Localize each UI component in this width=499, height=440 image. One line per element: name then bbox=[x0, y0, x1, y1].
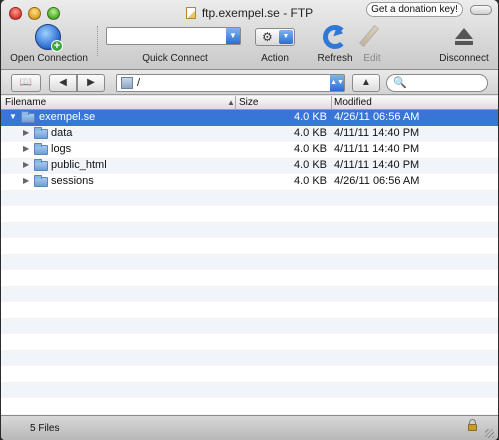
toolbar: ftp.exempel.se - FTP Get a donation key!… bbox=[1, 0, 498, 70]
file-table-header: Filename ▲ Size Modified bbox=[1, 96, 498, 110]
file-list: ▼ exempel.se 4.0 KB 4/26/11 06:56 AM ▶ d… bbox=[1, 110, 498, 415]
quick-connect-label: Quick Connect bbox=[142, 53, 208, 64]
file-name: exempel.se bbox=[39, 111, 96, 123]
file-name: logs bbox=[51, 143, 72, 155]
chevron-down-icon[interactable]: ▼ bbox=[226, 28, 240, 44]
file-modified: 4/26/11 06:56 AM bbox=[334, 111, 420, 123]
empty-row bbox=[1, 238, 498, 254]
column-filename[interactable]: Filename bbox=[5, 97, 46, 108]
open-connection-label[interactable]: Open Connection bbox=[9, 53, 89, 64]
empty-row bbox=[1, 302, 498, 318]
forward-button[interactable]: ▶ bbox=[77, 74, 105, 92]
status-bar: 5 Files bbox=[1, 415, 498, 440]
ftp-window: ftp.exempel.se - FTP Get a donation key!… bbox=[1, 0, 498, 440]
parent-directory-button[interactable]: ▲ bbox=[352, 74, 380, 92]
empty-row bbox=[1, 190, 498, 206]
donation-key-button[interactable]: Get a donation key! bbox=[366, 2, 463, 17]
table-row[interactable]: ▼ exempel.se 4.0 KB 4/26/11 06:56 AM bbox=[1, 110, 498, 126]
gear-icon: ⚙ bbox=[262, 30, 273, 44]
book-icon: 📖 bbox=[19, 77, 33, 88]
empty-row bbox=[1, 222, 498, 238]
window-title: ftp.exempel.se - FTP bbox=[201, 6, 314, 20]
refresh-label[interactable]: Refresh bbox=[315, 53, 355, 64]
file-size: 4.0 KB bbox=[293, 111, 327, 123]
disconnect-label[interactable]: Disconnect bbox=[435, 53, 493, 64]
eject-icon[interactable] bbox=[455, 28, 473, 45]
empty-row bbox=[1, 286, 498, 302]
arrow-right-icon: ▶ bbox=[87, 77, 95, 88]
file-name: sessions bbox=[51, 175, 94, 187]
file-modified: 4/11/11 14:40 PM bbox=[334, 143, 420, 155]
open-connection-icon[interactable]: + bbox=[35, 24, 63, 52]
navigation-bar: 📖 ◀ ▶ / ▲▼ ▲ 🔍 bbox=[1, 71, 498, 95]
chevron-down-icon: ▼ bbox=[279, 30, 293, 44]
arrow-left-icon: ◀ bbox=[59, 77, 67, 88]
empty-row bbox=[1, 350, 498, 366]
action-menu-button[interactable]: ⚙ ▼ bbox=[255, 28, 295, 46]
back-button[interactable]: ◀ bbox=[49, 74, 77, 92]
column-modified[interactable]: Modified bbox=[334, 97, 372, 108]
empty-row bbox=[1, 382, 498, 398]
toolbar-toggle-button[interactable] bbox=[470, 5, 492, 15]
disclosure-collapsed-icon[interactable]: ▶ bbox=[23, 176, 29, 185]
column-size[interactable]: Size bbox=[239, 97, 258, 108]
empty-row bbox=[1, 366, 498, 382]
sort-ascending-icon: ▲ bbox=[227, 98, 235, 107]
resize-grip-icon[interactable] bbox=[485, 429, 494, 438]
folder-icon bbox=[21, 111, 35, 123]
empty-row bbox=[1, 254, 498, 270]
bookmarks-button[interactable]: 📖 bbox=[11, 74, 41, 92]
table-row[interactable]: ▶ sessions 4.0 KB 4/26/11 06:56 AM bbox=[1, 174, 498, 190]
file-size: 4.0 KB bbox=[293, 143, 327, 155]
folder-icon bbox=[34, 159, 48, 171]
disclosure-expanded-icon[interactable]: ▼ bbox=[9, 112, 17, 121]
quick-connect-field[interactable]: ▼ bbox=[106, 27, 241, 45]
search-input[interactable]: 🔍 bbox=[386, 74, 488, 92]
empty-row bbox=[1, 398, 498, 414]
toolbar-separator bbox=[97, 26, 98, 56]
search-icon: 🔍 bbox=[393, 77, 407, 89]
column-divider[interactable] bbox=[235, 96, 236, 110]
table-row[interactable]: ▶ logs 4.0 KB 4/11/11 14:40 PM bbox=[1, 142, 498, 158]
folder-icon bbox=[34, 127, 48, 139]
disclosure-collapsed-icon[interactable]: ▶ bbox=[23, 160, 29, 169]
empty-row bbox=[1, 206, 498, 222]
file-modified: 4/11/11 14:40 PM bbox=[334, 159, 420, 171]
file-name: data bbox=[51, 127, 73, 139]
pencil-icon[interactable] bbox=[358, 24, 380, 48]
folder-icon bbox=[34, 143, 48, 155]
lock-icon bbox=[468, 419, 477, 431]
path-value: / bbox=[137, 77, 141, 89]
file-modified: 4/11/11 14:40 PM bbox=[334, 127, 420, 139]
folder-icon bbox=[34, 175, 48, 187]
column-divider[interactable] bbox=[331, 96, 332, 110]
disclosure-collapsed-icon[interactable]: ▶ bbox=[23, 128, 29, 137]
file-size: 4.0 KB bbox=[293, 127, 327, 139]
empty-row bbox=[1, 334, 498, 350]
empty-row bbox=[1, 318, 498, 334]
server-icon bbox=[121, 77, 133, 89]
plus-icon: + bbox=[51, 40, 63, 52]
arrow-up-icon: ▲ bbox=[361, 77, 371, 88]
action-label: Action bbox=[261, 53, 289, 64]
file-count: 5 Files bbox=[30, 423, 60, 434]
disclosure-collapsed-icon[interactable]: ▶ bbox=[23, 144, 29, 153]
file-size: 4.0 KB bbox=[293, 175, 327, 187]
file-size: 4.0 KB bbox=[293, 159, 327, 171]
edit-label[interactable]: Edit bbox=[359, 53, 385, 64]
table-row[interactable]: ▶ data 4.0 KB 4/11/11 14:40 PM bbox=[1, 126, 498, 142]
table-row[interactable]: ▶ public_html 4.0 KB 4/11/11 14:40 PM bbox=[1, 158, 498, 174]
refresh-icon[interactable] bbox=[323, 25, 347, 49]
path-select[interactable]: / ▲▼ bbox=[116, 74, 345, 92]
file-name: public_html bbox=[51, 159, 107, 171]
file-modified: 4/26/11 06:56 AM bbox=[334, 175, 420, 187]
empty-row bbox=[1, 270, 498, 286]
document-icon bbox=[185, 7, 196, 19]
chevron-updown-icon: ▲▼ bbox=[330, 75, 344, 91]
